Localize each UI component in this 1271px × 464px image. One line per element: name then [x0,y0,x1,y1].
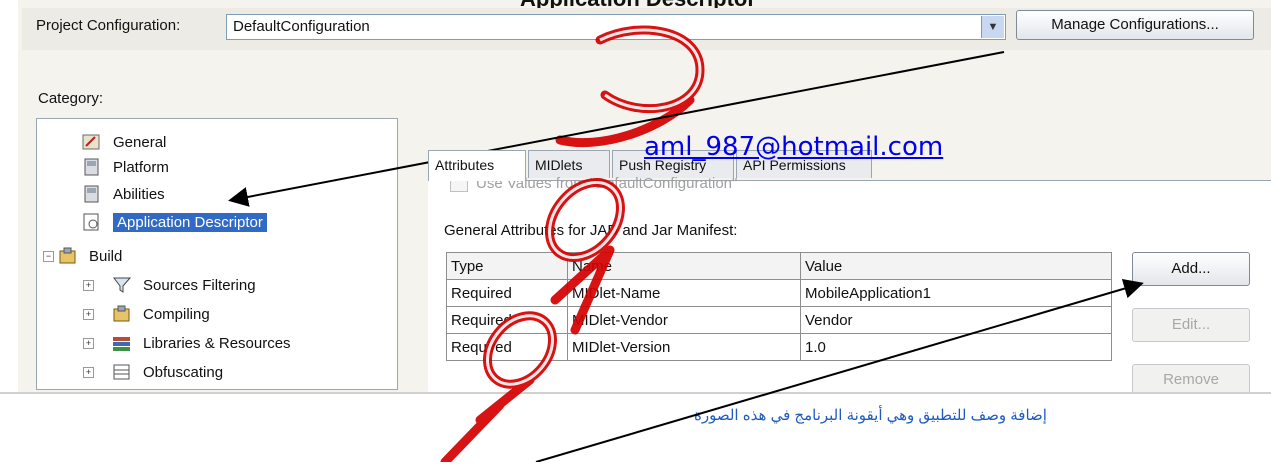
cell-type: Required [446,306,568,334]
compile-icon [113,305,130,322]
remove-button[interactable]: Remove [1132,364,1250,394]
add-button[interactable]: Add... [1132,252,1250,286]
cell-name: MIDlet-Vendor [567,306,801,334]
tree-item-obfuscating[interactable]: Obfuscating [111,359,223,385]
tree-item-general[interactable]: General [81,129,166,155]
cell-name: MIDlet-Name [567,279,801,307]
tree-item-application-descriptor[interactable]: Application Descriptor [81,209,267,235]
obfuscate-icon [113,364,130,380]
tree-item-platform[interactable]: Platform [81,154,169,180]
expander-compiling[interactable]: + [83,309,94,320]
cell-value: 1.0 [800,333,1112,361]
expander-obfuscating[interactable]: + [83,367,94,378]
tree-item-libraries-resources[interactable]: Libraries & Resources [111,330,291,356]
category-label: Category: [38,90,104,107]
project-config-select[interactable]: DefaultConfiguration ▼ [226,14,1006,40]
project-config-label: Project Configuration: [36,17,181,34]
cell-type: Required [446,333,568,361]
table-header-row: Type Name Value [446,252,1112,280]
expander-build[interactable]: − [43,251,54,262]
platform-icon [84,158,99,176]
column-header-type[interactable]: Type [446,252,568,280]
tree-item-abilities[interactable]: Abilities [81,181,165,207]
cell-value: Vendor [800,306,1112,334]
column-header-value[interactable]: Value [800,252,1112,280]
general-icon [82,134,100,150]
tree-item-build[interactable]: Build [57,243,122,269]
manage-configurations-button[interactable]: Manage Configurations... [1016,10,1254,40]
tab-attributes[interactable]: Attributes [428,150,526,181]
filter-icon [113,277,132,293]
caption-text: إضافة وصف للتطبيق وهي أيقونة البرنامج في… [694,407,1047,424]
table-row[interactable]: Required MIDlet-Vendor Vendor [446,306,1112,334]
expander-libraries[interactable]: + [83,338,94,349]
cell-name: MIDlet-Version [567,333,801,361]
project-config-value: DefaultConfiguration [233,18,370,35]
cell-value: MobileApplication1 [800,279,1112,307]
books-icon [113,337,130,351]
abilities-icon [84,185,99,203]
table-row[interactable]: Required MIDlet-Name MobileApplication1 [446,279,1112,307]
tree-item-compiling[interactable]: Compiling [111,301,210,327]
table-row[interactable]: Required MIDlet-Version 1.0 [446,333,1112,361]
build-icon [59,247,76,264]
column-header-name[interactable]: Name [567,252,801,280]
attributes-title: General Attributes for JAD and Jar Manif… [444,222,738,239]
chevron-down-icon[interactable]: ▼ [981,16,1004,38]
attributes-table: Type Name Value Required MIDlet-Name Mob… [446,252,1112,361]
email-link[interactable]: aml_987@hotmail.com [644,132,943,162]
category-tree: General Platform Abilities Application D… [36,118,398,390]
cell-type: Required [446,279,568,307]
expander-sources-filtering[interactable]: + [83,280,94,291]
caption-strip [0,392,1271,464]
descriptor-icon [83,213,99,231]
tree-item-sources-filtering[interactable]: Sources Filtering [111,272,256,298]
edit-button[interactable]: Edit... [1132,308,1250,342]
